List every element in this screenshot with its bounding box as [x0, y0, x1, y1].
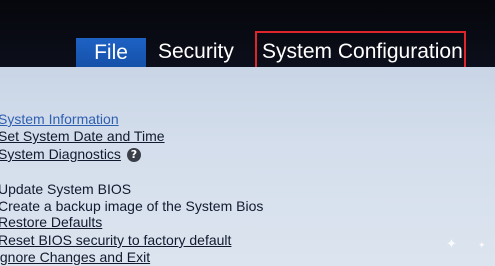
- menu-item-system-information[interactable]: System Information: [0, 111, 119, 128]
- menu-item-system-diagnostics-label: System Diagnostics: [0, 146, 121, 162]
- menu-item-restore-defaults[interactable]: Restore Defaults: [0, 214, 102, 231]
- highlight-annotation-box: [255, 31, 466, 71]
- help-icon[interactable]: ?: [126, 148, 141, 162]
- menu-item-update-system-bios[interactable]: Update System BIOS: [0, 181, 131, 198]
- menu-item-create-backup-image[interactable]: Create a backup image of the System Bios: [0, 198, 263, 215]
- sparkle-decoration: ✦: [446, 236, 457, 251]
- tab-security[interactable]: Security: [158, 38, 234, 66]
- sparkle-decoration-small: ✦: [478, 240, 486, 250]
- tab-file[interactable]: File: [76, 38, 146, 68]
- tab-file-label: File: [94, 41, 128, 64]
- menu-item-system-diagnostics[interactable]: System Diagnostics?: [0, 146, 141, 163]
- menu-item-reset-bios-security[interactable]: Reset BIOS security to factory default: [0, 232, 231, 249]
- tab-security-label: Security: [158, 40, 234, 63]
- menu-item-set-system-date-time[interactable]: Set System Date and Time: [0, 128, 165, 145]
- menu-item-ignore-changes-exit[interactable]: Ignore Changes and Exit: [0, 249, 150, 266]
